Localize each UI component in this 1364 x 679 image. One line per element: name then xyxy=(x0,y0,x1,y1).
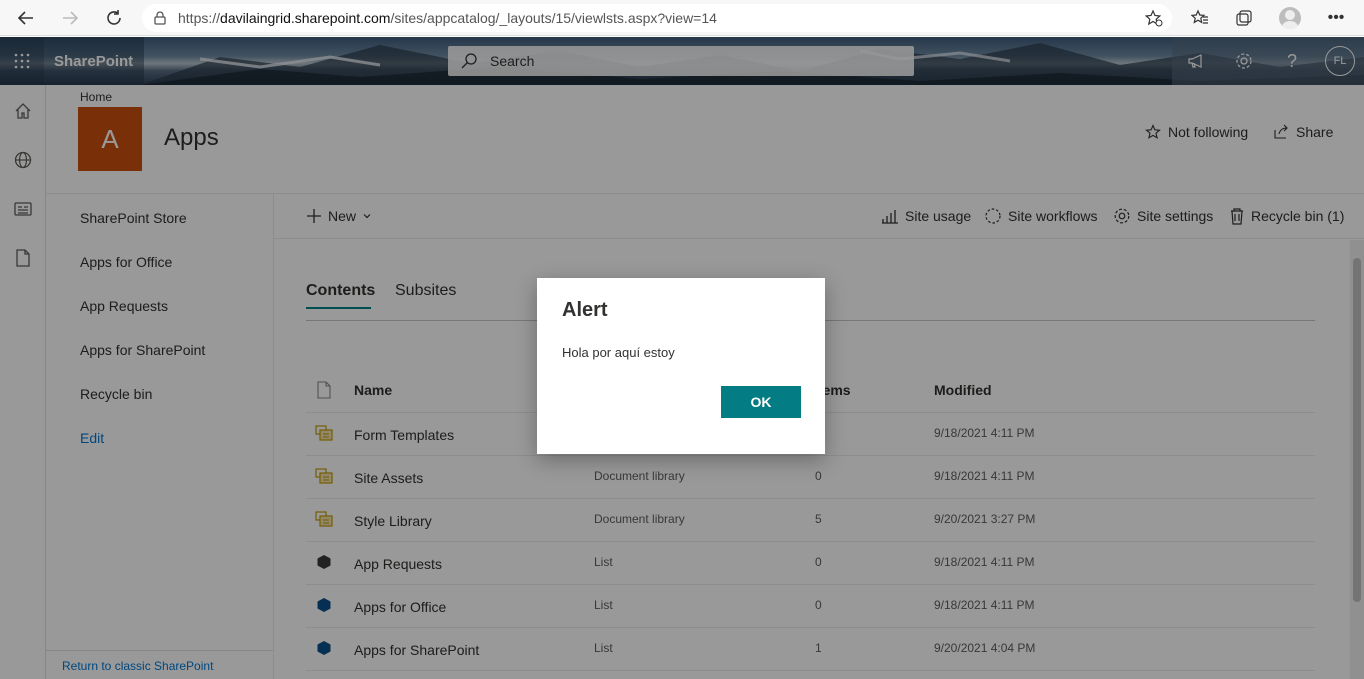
alert-dialog: Alert Hola por aquí estoy OK xyxy=(537,278,825,454)
forward-arrow-icon xyxy=(63,11,79,25)
browser-toolbar: https://davilaingrid.sharepoint.com/site… xyxy=(0,0,1364,36)
ok-button[interactable]: OK xyxy=(721,386,801,418)
add-favorite-icon[interactable] xyxy=(1136,9,1172,27)
url-text: https://davilaingrid.sharepoint.com/site… xyxy=(178,10,1136,26)
collections-icon[interactable] xyxy=(1228,2,1260,34)
more-options-icon[interactable]: ••• xyxy=(1320,2,1352,34)
url-prefix: https:// xyxy=(178,10,221,26)
back-button[interactable] xyxy=(10,2,42,34)
forward-button[interactable] xyxy=(54,2,86,34)
favorites-icon[interactable] xyxy=(1184,2,1216,34)
url-host: davilaingrid.sharepoint.com xyxy=(220,10,391,26)
url-path: /sites/appcatalog/_layouts/15/viewlsts.a… xyxy=(390,10,717,26)
profile-avatar-icon[interactable] xyxy=(1274,2,1306,34)
back-arrow-icon xyxy=(17,11,33,25)
refresh-icon xyxy=(107,10,121,25)
address-bar[interactable]: https://davilaingrid.sharepoint.com/site… xyxy=(142,4,1172,32)
dialog-message: Hola por aquí estoy xyxy=(562,345,675,360)
dialog-title: Alert xyxy=(562,299,608,321)
lock-icon xyxy=(142,11,178,25)
refresh-button[interactable] xyxy=(98,2,130,34)
